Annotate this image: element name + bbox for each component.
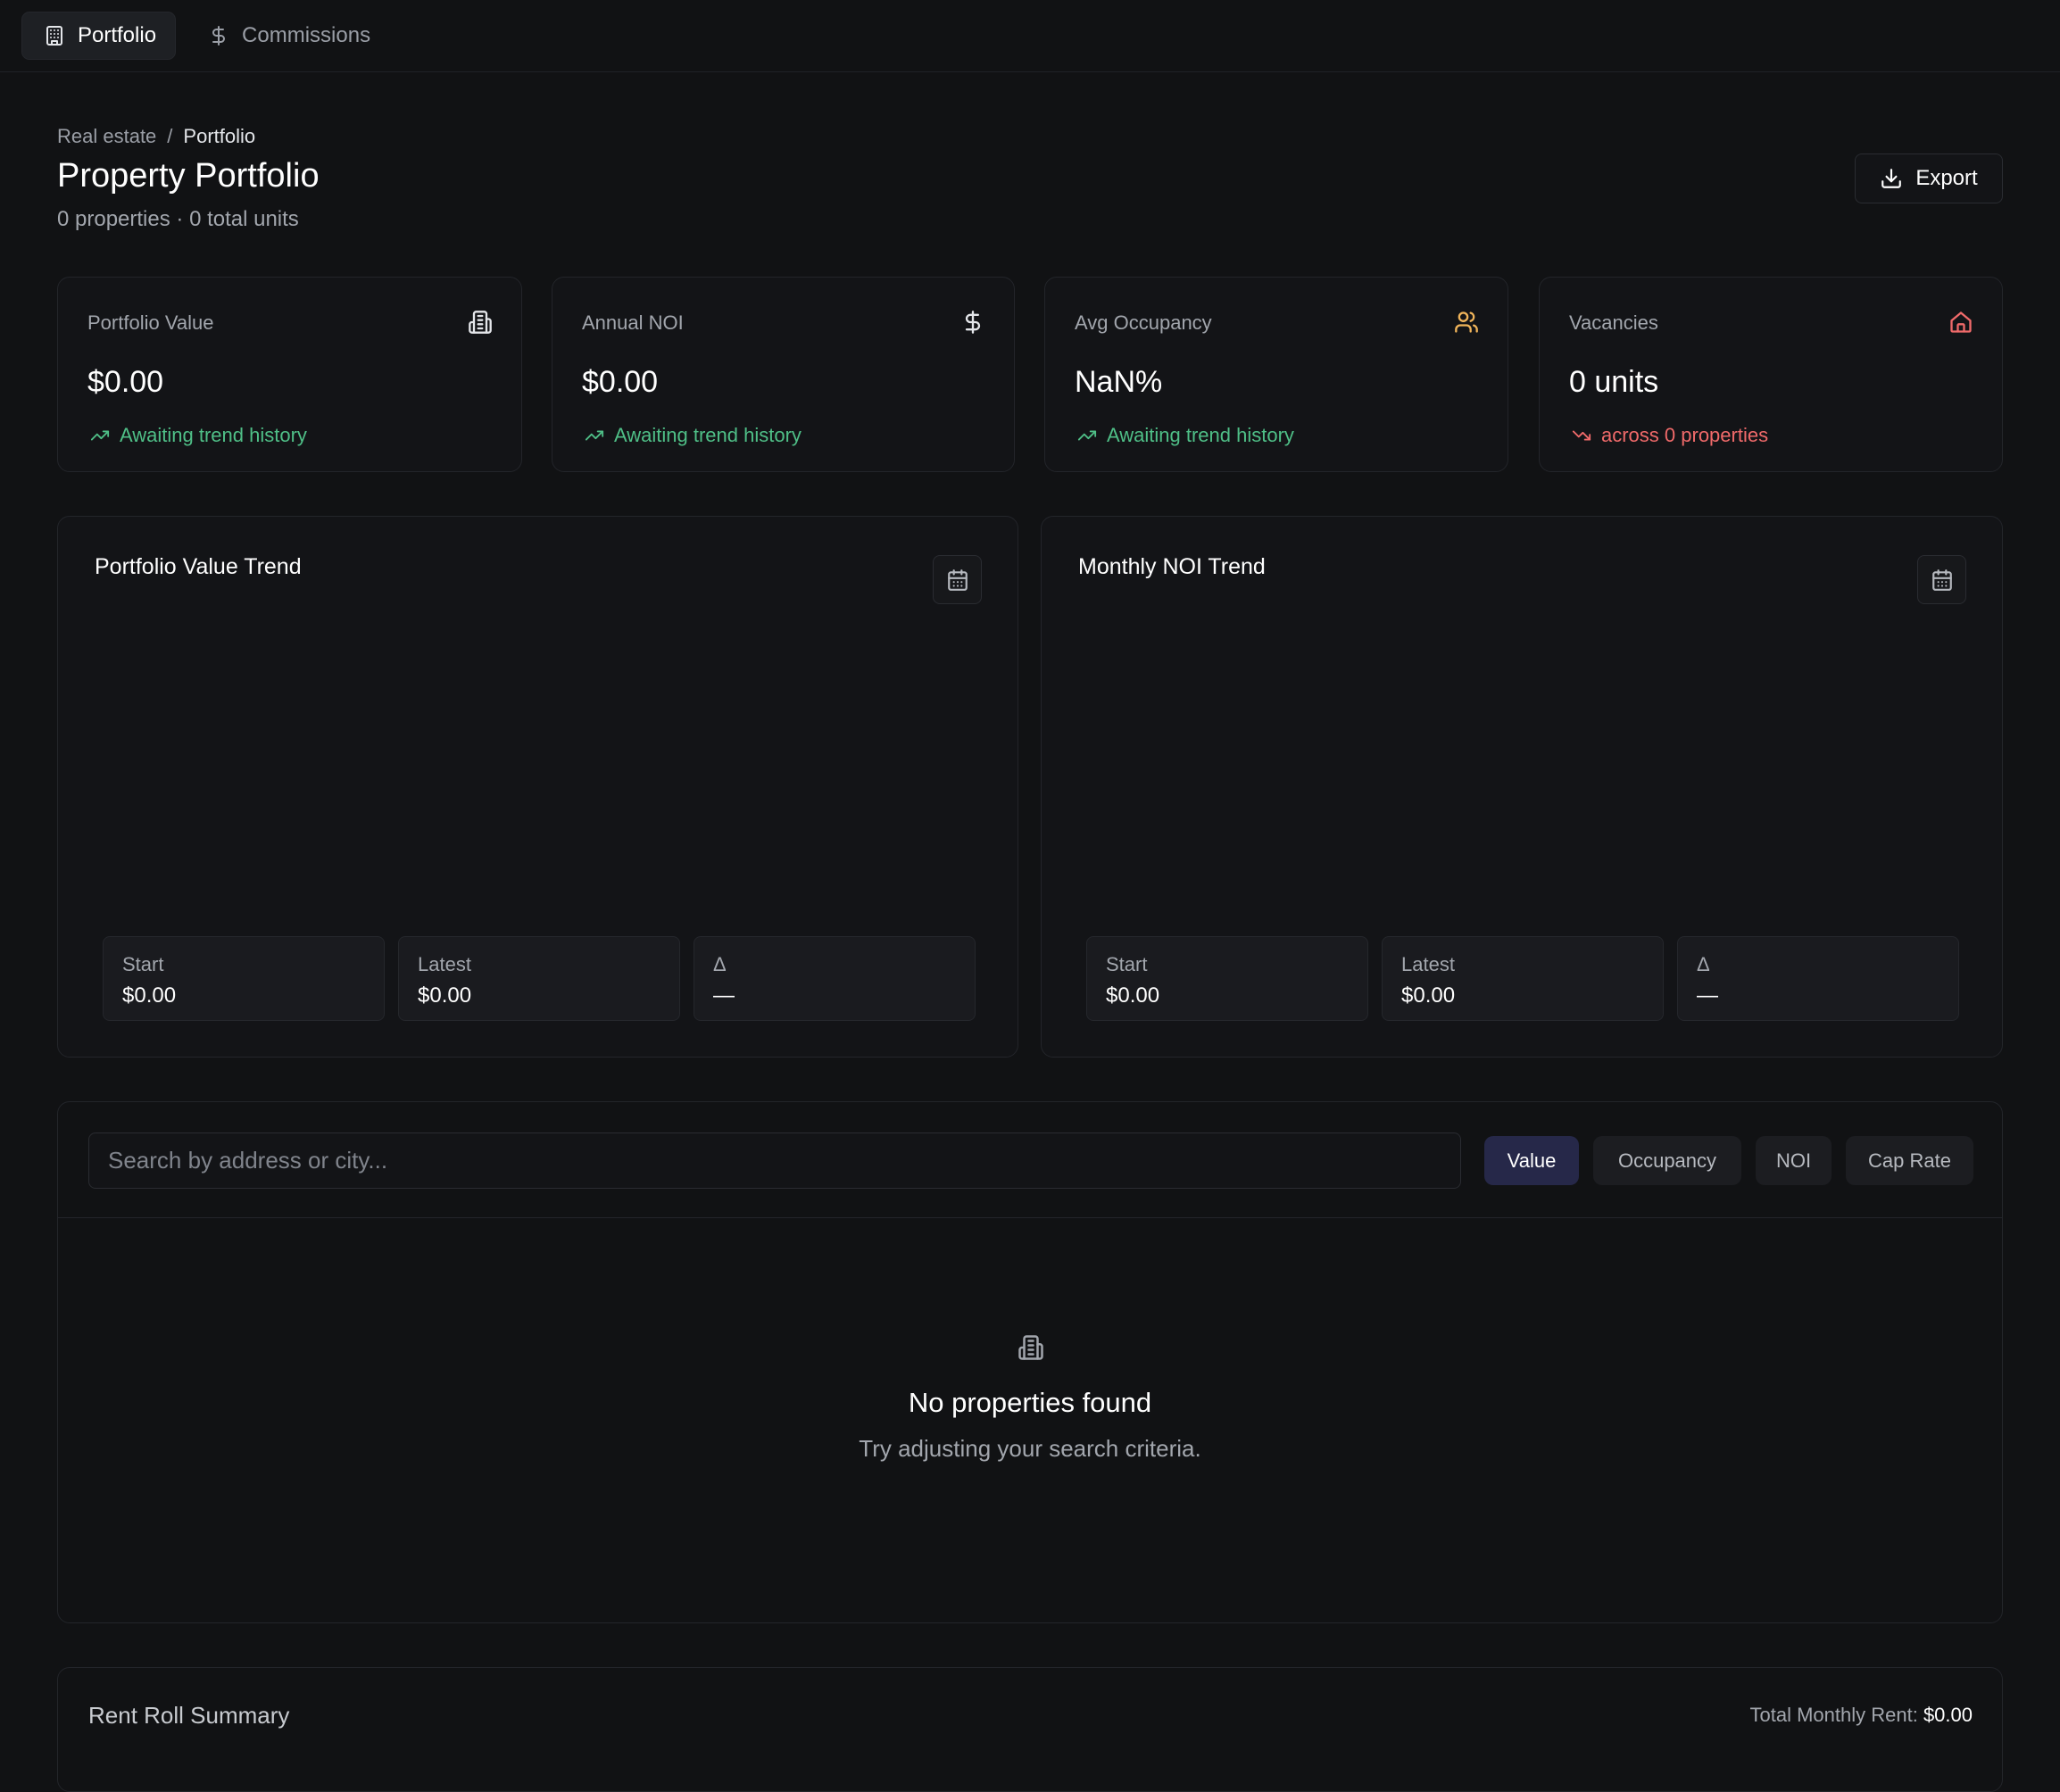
tab-portfolio[interactable]: Portfolio bbox=[21, 12, 177, 60]
building-icon bbox=[46, 26, 62, 46]
sort-button-value[interactable]: Value bbox=[1484, 1136, 1579, 1185]
building-icon bbox=[469, 311, 492, 334]
trend-start-box: Start $0.00 bbox=[103, 936, 385, 1021]
breadcrumb-separator: / bbox=[167, 125, 173, 147]
monthly-noi-trend-card: Monthly NOI Trend Start $0.00 Latest $0.… bbox=[1041, 516, 2003, 1058]
trend-latest-value: $0.00 bbox=[418, 983, 472, 1008]
rent-roll-total-label: Total Monthly Rent: bbox=[1749, 1704, 1918, 1726]
breadcrumb-parent[interactable]: Real estate bbox=[57, 125, 156, 148]
trend-start-label: Start bbox=[122, 953, 164, 975]
sort-button-occupancy[interactable]: Occupancy bbox=[1593, 1136, 1741, 1185]
trend-delta-box: Δ — bbox=[1677, 936, 1959, 1021]
stat-label: Annual NOI bbox=[582, 311, 684, 334]
stat-label: Avg Occupancy bbox=[1075, 311, 1212, 334]
trending-down-icon bbox=[1572, 430, 1591, 441]
calendar-icon bbox=[1931, 568, 1952, 591]
stat-label: Portfolio Value bbox=[87, 311, 214, 334]
trend-delta-box: Δ — bbox=[694, 936, 976, 1021]
search-input[interactable] bbox=[88, 1132, 1461, 1189]
trend-latest-value: $0.00 bbox=[1401, 983, 1456, 1008]
trend-title: Portfolio Value Trend bbox=[95, 554, 302, 579]
trend-title: Monthly NOI Trend bbox=[1078, 554, 1266, 579]
breadcrumb-current: Portfolio bbox=[183, 125, 256, 147]
stat-value: NaN% bbox=[1075, 365, 1163, 399]
stat-trend-text: Awaiting trend history bbox=[120, 424, 307, 446]
stat-card-avg-occupancy: Avg Occupancy NaN% Awaiting trend histor… bbox=[1044, 277, 1508, 472]
rent-roll-total-value: $0.00 bbox=[1923, 1704, 1973, 1726]
portfolio-value-trend-card: Portfolio Value Trend Start $0.00 Latest… bbox=[57, 516, 1018, 1058]
trend-delta-label: Δ bbox=[1697, 953, 1710, 975]
trend-delta-value: — bbox=[1697, 983, 1718, 1008]
stat-value: $0.00 bbox=[87, 365, 164, 399]
trend-start-value: $0.00 bbox=[1106, 983, 1160, 1008]
rent-roll-title: Rent Roll Summary bbox=[88, 1702, 290, 1729]
stat-trend-text: Awaiting trend history bbox=[614, 424, 802, 446]
panel-divider bbox=[58, 1217, 2002, 1218]
trend-start-label: Start bbox=[1106, 953, 1148, 975]
stat-card-annual-noi: Annual NOI $0.00 Awaiting trend history bbox=[552, 277, 1015, 472]
trend-latest-box: Latest $0.00 bbox=[1382, 936, 1664, 1021]
page-subtitle: 0 properties · 0 total units bbox=[57, 207, 299, 231]
empty-state-title: No properties found bbox=[908, 1387, 1152, 1418]
export-button[interactable]: Export bbox=[1855, 153, 2003, 203]
properties-panel: Value Occupancy NOI Cap Rate No properti… bbox=[57, 1101, 2003, 1623]
empty-state-subtitle: Try adjusting your search criteria. bbox=[859, 1435, 1201, 1462]
users-icon bbox=[1455, 311, 1478, 333]
stat-trend-text: Awaiting trend history bbox=[1107, 424, 1294, 446]
stat-trend-text: across 0 properties bbox=[1601, 424, 1769, 446]
trending-up-icon bbox=[1077, 430, 1097, 441]
trend-delta-label: Δ bbox=[713, 953, 727, 975]
dollar-icon bbox=[965, 311, 981, 334]
sort-button-noi[interactable]: NOI bbox=[1756, 1136, 1832, 1185]
trend-latest-label: Latest bbox=[1401, 953, 1455, 975]
trend-start-box: Start $0.00 bbox=[1086, 936, 1368, 1021]
stat-card-vacancies: Vacancies 0 units across 0 properties bbox=[1539, 277, 2003, 472]
tab-commissions-label: Commissions bbox=[242, 23, 371, 47]
home-icon bbox=[1950, 311, 1972, 333]
stat-card-portfolio-value: Portfolio Value $0.00 Awaiting trend his… bbox=[57, 277, 522, 472]
export-label: Export bbox=[1915, 166, 1978, 190]
top-nav: Portfolio Commissions bbox=[0, 0, 2060, 72]
stat-trend: Awaiting trend history bbox=[1075, 424, 1294, 447]
date-range-button[interactable] bbox=[933, 555, 982, 604]
download-icon bbox=[1881, 169, 1902, 188]
tab-commissions[interactable]: Commissions bbox=[187, 12, 389, 60]
trending-up-icon bbox=[90, 430, 110, 441]
trending-up-icon bbox=[585, 430, 604, 441]
date-range-button[interactable] bbox=[1917, 555, 1966, 604]
rent-roll-panel: Rent Roll Summary Total Monthly Rent: $0… bbox=[57, 1667, 2003, 1792]
stat-trend: across 0 properties bbox=[1569, 424, 1768, 447]
sort-button-cap-rate[interactable]: Cap Rate bbox=[1846, 1136, 1973, 1185]
stat-label: Vacancies bbox=[1569, 311, 1658, 334]
trend-latest-box: Latest $0.00 bbox=[398, 936, 680, 1021]
rent-roll-total: Total Monthly Rent: $0.00 bbox=[1750, 1704, 1973, 1727]
page-title: Property Portfolio bbox=[57, 157, 320, 195]
tab-portfolio-label: Portfolio bbox=[78, 23, 157, 47]
stat-value: $0.00 bbox=[582, 365, 659, 399]
dollar-icon bbox=[212, 26, 226, 46]
stat-value: 0 units bbox=[1569, 365, 1659, 399]
trend-delta-value: — bbox=[713, 983, 735, 1008]
trend-start-value: $0.00 bbox=[122, 983, 177, 1008]
building-icon bbox=[1018, 1335, 1043, 1360]
stat-trend: Awaiting trend history bbox=[87, 424, 307, 447]
trend-latest-label: Latest bbox=[418, 953, 471, 975]
breadcrumb: Real estate / Portfolio bbox=[57, 125, 255, 148]
stat-trend: Awaiting trend history bbox=[582, 424, 802, 447]
calendar-icon bbox=[947, 568, 968, 591]
